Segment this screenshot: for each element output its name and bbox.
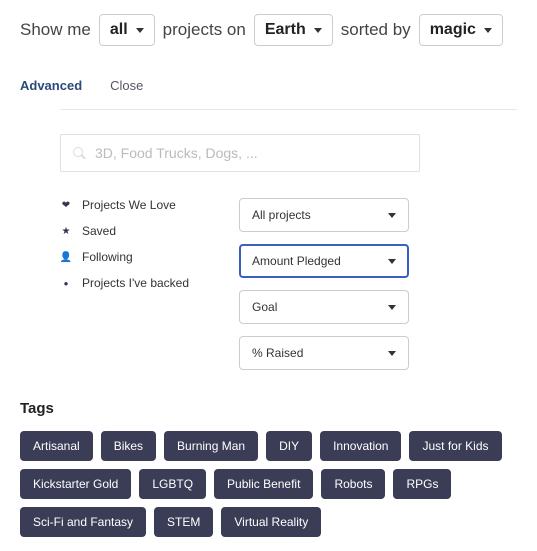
circle-icon — [60, 279, 72, 288]
search-input[interactable] — [95, 145, 407, 161]
chevron-down-icon — [136, 28, 144, 33]
tag-burning-man[interactable]: Burning Man — [164, 431, 258, 461]
tag-stem[interactable]: STEM — [154, 507, 213, 537]
close-link[interactable]: Close — [110, 78, 143, 93]
tags-title: Tags — [20, 400, 517, 417]
star-icon — [60, 226, 72, 237]
advanced-panel: Projects We Love Saved Following Project… — [60, 109, 517, 537]
advanced-link[interactable]: Advanced — [20, 78, 82, 93]
tag-artisanal[interactable]: Artisanal — [20, 431, 93, 461]
tag-innovation[interactable]: Innovation — [320, 431, 401, 461]
advanced-row: Advanced Close — [20, 78, 517, 93]
select-all-projects[interactable]: All projects — [239, 198, 409, 232]
tags-container: Artisanal Bikes Burning Man DIY Innovation Ju… — [20, 431, 517, 537]
tags-section: Tags Artisanal Bikes Burning Man DIY Innovat… — [20, 400, 517, 537]
love-item-label: Saved — [82, 224, 116, 238]
category-dropdown[interactable]: all — [99, 14, 155, 46]
filter-text-showme: Show me — [20, 20, 91, 40]
sort-dropdown-value: magic — [430, 21, 476, 39]
tag-bikes[interactable]: Bikes — [101, 431, 156, 461]
tag-public-benefit[interactable]: Public Benefit — [214, 469, 313, 499]
location-dropdown-value: Earth — [265, 21, 306, 39]
search-icon — [73, 147, 85, 159]
select-list: All projects Amount Pledged Goal % Raise… — [239, 198, 409, 370]
location-dropdown[interactable]: Earth — [254, 14, 333, 46]
love-item-following[interactable]: Following — [60, 250, 189, 264]
tag-rpgs[interactable]: RPGs — [393, 469, 451, 499]
chevron-down-icon — [314, 28, 322, 33]
mid-row: Projects We Love Saved Following Project… — [60, 198, 517, 370]
search-field-wrap[interactable] — [60, 134, 420, 172]
love-list: Projects We Love Saved Following Project… — [60, 198, 189, 370]
tag-kickstarter-gold[interactable]: Kickstarter Gold — [20, 469, 131, 499]
chevron-down-icon — [388, 213, 396, 218]
love-item-backed[interactable]: Projects I've backed — [60, 276, 189, 290]
person-icon — [60, 252, 72, 263]
select-label: All projects — [252, 208, 311, 222]
chevron-down-icon — [388, 305, 396, 310]
love-item-label: Projects We Love — [82, 198, 176, 212]
sort-dropdown[interactable]: magic — [419, 14, 503, 46]
select-label: % Raised — [252, 346, 303, 360]
filter-sentence: Show me all projects on Earth sorted by … — [20, 14, 517, 46]
select-percent-raised[interactable]: % Raised — [239, 336, 409, 370]
filter-text-sortedby: sorted by — [341, 20, 411, 40]
tag-sci-fi-and-fantasy[interactable]: Sci-Fi and Fantasy — [20, 507, 146, 537]
love-item-label: Following — [82, 250, 133, 264]
select-label: Goal — [252, 300, 277, 314]
heart-icon — [60, 200, 72, 211]
category-dropdown-value: all — [110, 21, 128, 39]
love-item-projects-we-love[interactable]: Projects We Love — [60, 198, 189, 212]
tag-lgbtq[interactable]: LGBTQ — [139, 469, 206, 499]
filter-text-projectson: projects on — [163, 20, 246, 40]
tag-virtual-reality[interactable]: Virtual Reality — [221, 507, 321, 537]
chevron-down-icon — [388, 351, 396, 356]
tag-robots[interactable]: Robots — [321, 469, 385, 499]
tag-just-for-kids[interactable]: Just for Kids — [409, 431, 501, 461]
select-amount-pledged[interactable]: Amount Pledged — [239, 244, 409, 278]
love-item-saved[interactable]: Saved — [60, 224, 189, 238]
tag-diy[interactable]: DIY — [266, 431, 312, 461]
select-label: Amount Pledged — [252, 254, 341, 268]
select-goal[interactable]: Goal — [239, 290, 409, 324]
chevron-down-icon — [484, 28, 492, 33]
love-item-label: Projects I've backed — [82, 276, 189, 290]
chevron-down-icon — [388, 259, 396, 264]
